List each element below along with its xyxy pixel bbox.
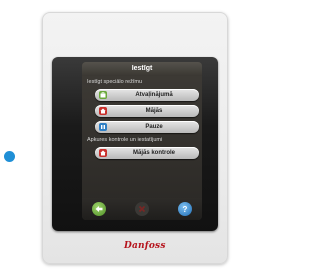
section-label-special-mode: Iestīgt speciālo režīmu (87, 79, 143, 85)
pause-mode-label: Pauze (145, 124, 163, 130)
house-icon (99, 107, 107, 115)
danfoss-logo: Danfoss (124, 241, 166, 251)
help-glyph: ? (182, 204, 188, 214)
suitcase-icon (99, 91, 107, 99)
pause-mode-button[interactable]: Pauze (95, 121, 199, 133)
home-control-label: Mājās kontrole (132, 150, 175, 156)
home-mode-button[interactable]: Mājās (95, 105, 199, 117)
section-label-heating-control: Apkures kontrole un iestatījumi (87, 137, 163, 143)
home-mode-label: Mājās (145, 108, 163, 114)
cancel-x-icon[interactable] (135, 202, 149, 216)
back-arrow-icon[interactable] (92, 202, 106, 216)
bottom-navigation-bar: ? (82, 198, 202, 220)
home-control-button[interactable]: Mājās kontrole (95, 147, 199, 159)
vacation-mode-label: Atvaļinājumā (135, 92, 173, 98)
screen-title: Iestīgt (82, 62, 202, 76)
status-indicator-dot (4, 151, 15, 162)
pause-icon (99, 123, 107, 131)
help-icon[interactable]: ? (178, 202, 192, 216)
vacation-mode-button[interactable]: Atvaļinājumā (95, 89, 199, 101)
house-icon (99, 149, 107, 157)
touch-screen: Iestīgt Iestīgt speciālo režīmu Atvaļinā… (82, 62, 202, 220)
